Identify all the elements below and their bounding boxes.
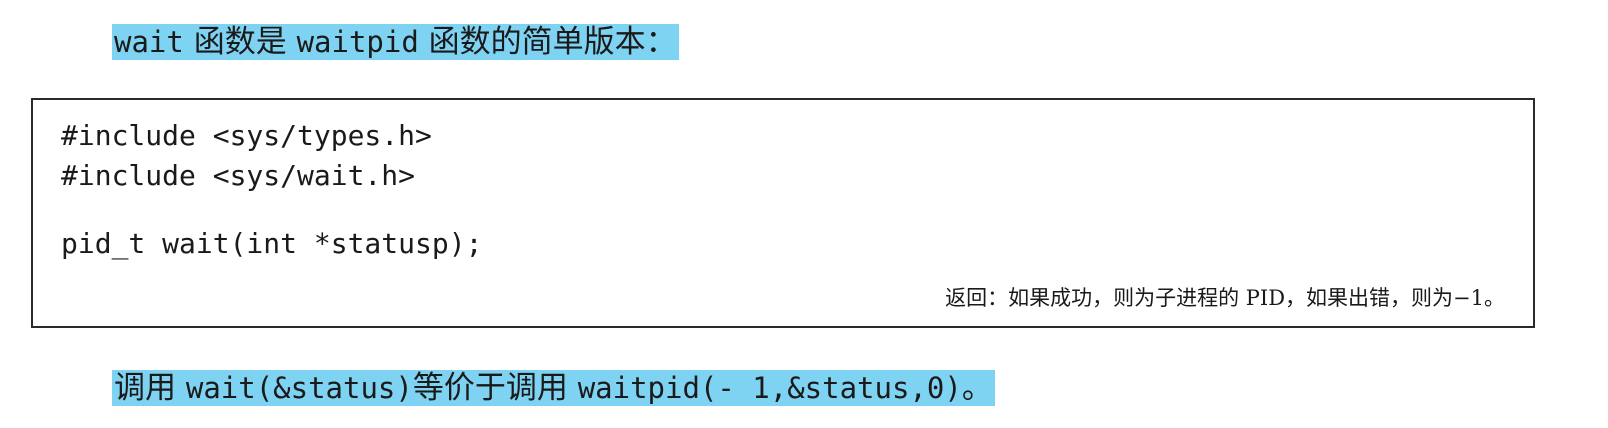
function-prototype-box: #include <sys/types.h> #include <sys/wai… (31, 98, 1535, 328)
intro-code-waitpid: waitpid (296, 25, 419, 59)
return-value-note: 返回：如果成功，则为子进程的 PID，如果出错，则为−1。 (945, 286, 1505, 310)
code-line-include-types: #include <sys/types.h> (61, 119, 432, 152)
intro-text-a: 函数是 (183, 24, 297, 60)
outro-code-waitpid-call: waitpid(- 1,&status,0) (577, 371, 962, 405)
outro-code-wait-status: wait(&status) (185, 371, 413, 405)
outro-paragraph: 调用 wait(&status)等价于调用 waitpid(- 1,&statu… (112, 368, 995, 408)
code-line-include-wait: #include <sys/wait.h> (61, 159, 416, 192)
intro-code-wait: wait (114, 25, 184, 59)
intro-text-b: 函数的简单版本： (418, 24, 677, 60)
highlight-outro: 调用 wait(&status)等价于调用 waitpid(- 1,&statu… (112, 370, 995, 406)
outro-text-c: 。 (961, 370, 993, 406)
intro-paragraph: wait 函数是 waitpid 函数的简单版本： (112, 22, 679, 62)
outro-text-a: 调用 (114, 370, 186, 406)
code-line-wait-prototype: pid_t wait(int *statusp); (61, 227, 483, 260)
highlight-intro: wait 函数是 waitpid 函数的简单版本： (112, 24, 679, 60)
outro-text-b: 等价于调用 (412, 370, 578, 406)
